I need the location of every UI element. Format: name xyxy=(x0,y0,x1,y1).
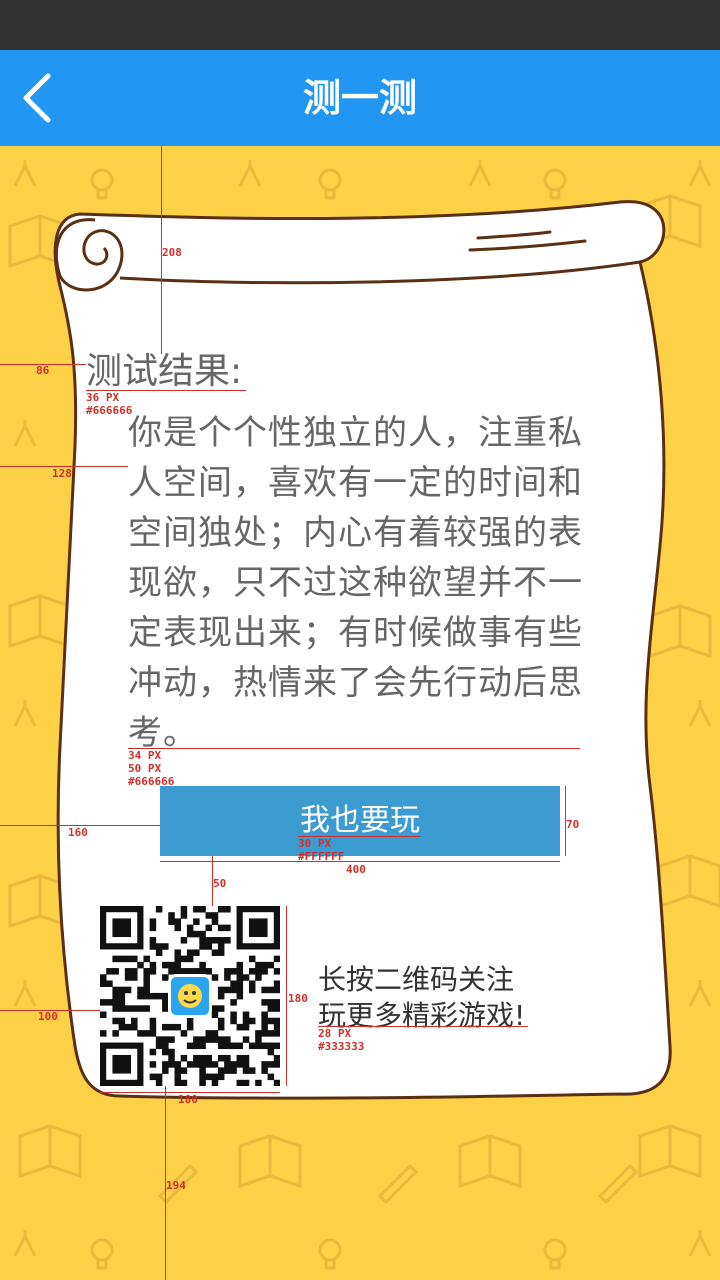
status-bar xyxy=(0,0,720,50)
app-logo-icon xyxy=(168,974,212,1018)
result-text: 你是个个性独立的人，注重私人空间，喜欢有一定的时间和空间独处；内心有着较强的表现… xyxy=(128,413,583,753)
play-button[interactable]: 我也要玩 xyxy=(160,786,560,856)
qr-caption-line2: 玩更多精彩游戏! xyxy=(318,999,526,1032)
result-title: 测试结果: xyxy=(86,351,243,392)
nav-bar: 测一测 xyxy=(0,50,720,146)
page-title: 测一测 xyxy=(302,76,417,120)
qr-code[interactable] xyxy=(100,906,281,1087)
qr-caption: 长按二维码关注 玩更多精彩游戏! xyxy=(318,962,525,1034)
qr-caption-line1: 长按二维码关注 xyxy=(318,963,515,996)
